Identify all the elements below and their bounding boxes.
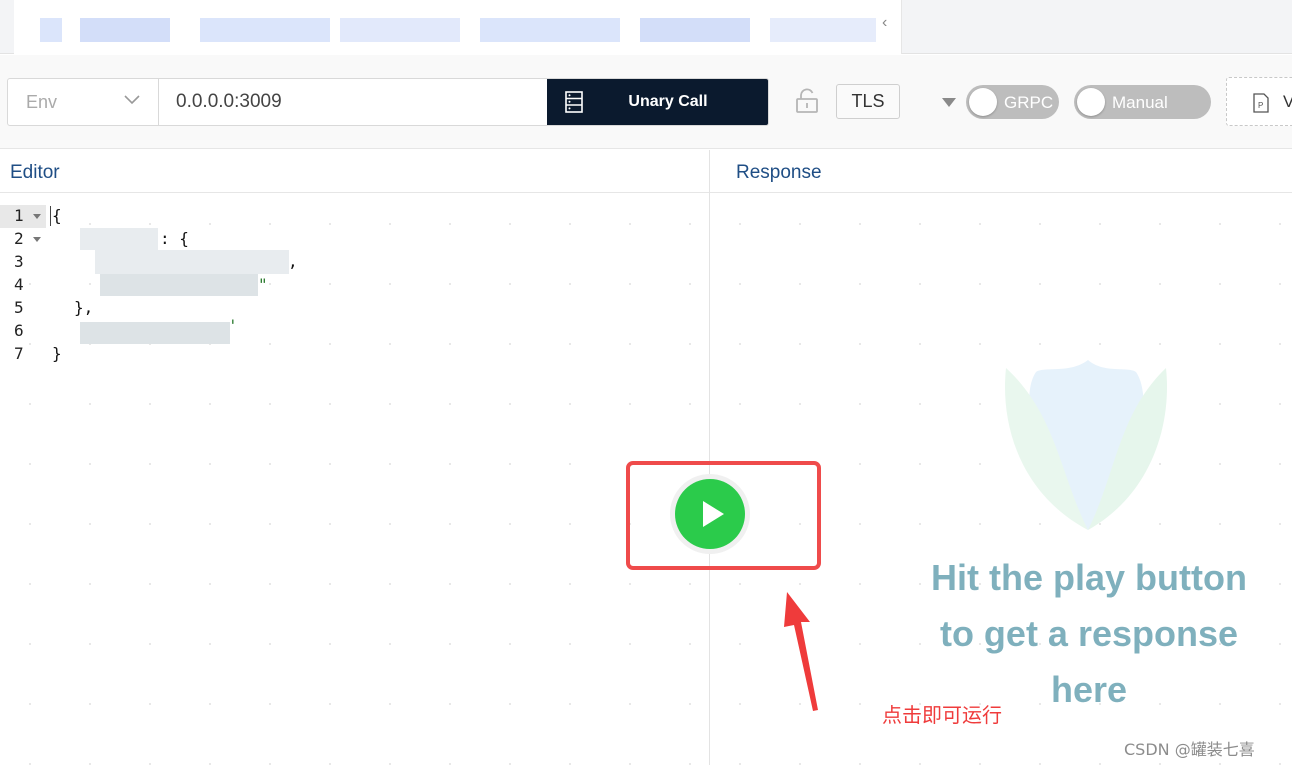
gutter-line: 1 <box>0 205 46 228</box>
fold-arrow-icon[interactable] <box>33 214 41 219</box>
text-cursor <box>50 206 51 226</box>
watermark: CSDN @罐装七喜 <box>1124 740 1255 759</box>
response-header: Response <box>710 150 1292 193</box>
code-line: } <box>52 344 62 363</box>
env-select[interactable]: Env <box>8 79 159 125</box>
code-line: ' <box>228 316 238 335</box>
editor-title: Editor <box>10 162 60 183</box>
code-line: " <box>258 275 268 294</box>
tab-title-redacted <box>40 18 876 42</box>
manual-toggle-label: Manual <box>1112 93 1168 112</box>
tls-button[interactable]: TLS <box>836 84 900 119</box>
code-line: , <box>288 252 298 271</box>
toolbar: Env Unary Call TLS GRPC M <box>0 55 1292 149</box>
address-bar: Env Unary Call <box>7 78 769 126</box>
gutter-line: 3 <box>14 252 24 271</box>
toggle-knob <box>969 88 997 116</box>
proto-file-icon: P <box>1253 93 1269 113</box>
toggle-knob <box>1077 88 1105 116</box>
code-line: : { <box>160 229 189 248</box>
unary-call-label: Unary Call <box>628 93 708 110</box>
empty-response-hint: Hit the play button to get a response he… <box>931 557 1247 710</box>
redacted-text <box>80 228 158 250</box>
annotation-text: 点击即可运行 <box>882 703 1002 727</box>
gutter-line: 4 <box>14 275 24 294</box>
tab-active[interactable]: ‹ <box>14 0 902 54</box>
editor-header: Editor <box>0 150 709 193</box>
svg-text:P: P <box>1258 101 1263 110</box>
server-address-input[interactable] <box>160 79 546 125</box>
annotation-highlight-box <box>626 461 821 570</box>
redacted-text <box>95 250 289 274</box>
response-title: Response <box>736 162 822 183</box>
chevron-down-icon <box>124 95 140 105</box>
code-line: }, <box>74 298 94 317</box>
gutter-line: 6 <box>14 321 24 340</box>
gutter-line: 5 <box>14 298 24 317</box>
env-select-placeholder: Env <box>26 92 58 112</box>
redacted-text <box>100 274 258 296</box>
gutter-line: 2 <box>0 228 46 251</box>
grpc-toggle-label: GRPC <box>1004 93 1054 112</box>
fold-arrow-icon[interactable] <box>33 237 41 242</box>
redacted-text <box>80 322 230 344</box>
code-line: { <box>52 206 62 225</box>
unary-call-button[interactable]: Unary Call <box>547 79 768 125</box>
tab-strip: ‹ <box>0 0 1292 54</box>
code-editor[interactable]: 1 2 3 4 5 6 7 { : { , " }, ' } <box>0 194 709 765</box>
unlock-icon[interactable] <box>795 88 819 114</box>
proto-file-label: V <box>1283 92 1292 112</box>
manual-toggle[interactable]: Manual <box>1074 85 1211 119</box>
tulip-logo-icon <box>1004 360 1168 530</box>
server-icon <box>565 91 583 113</box>
annotation-arrow-icon <box>784 592 818 711</box>
proto-file-button[interactable]: P V <box>1226 77 1292 126</box>
caret-down-icon[interactable] <box>942 98 956 107</box>
grpc-toggle[interactable]: GRPC <box>966 85 1059 119</box>
chevron-left-icon[interactable]: ‹ <box>882 14 887 32</box>
gutter-line: 7 <box>14 344 24 363</box>
